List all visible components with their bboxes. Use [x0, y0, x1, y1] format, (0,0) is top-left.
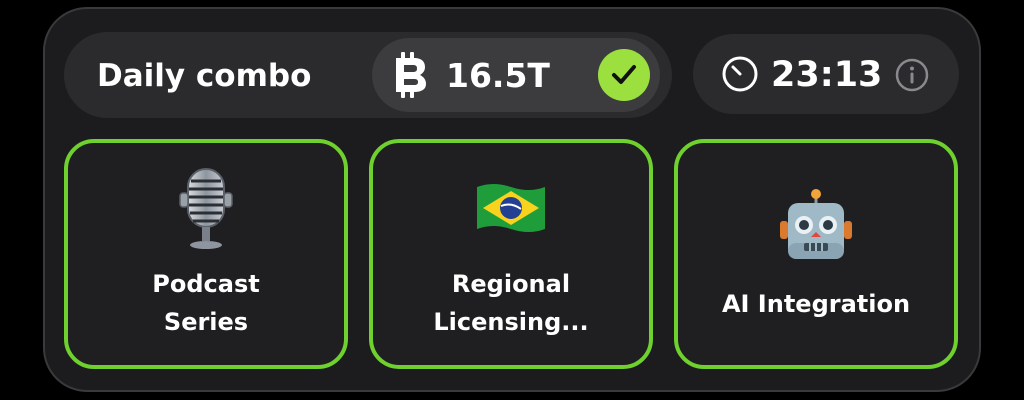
combo-card-regional-licensing[interactable]: Regional Licensing...	[369, 139, 653, 369]
card-label: AI Integration	[721, 290, 911, 318]
card-label: Podcast Series	[152, 270, 260, 336]
combo-card-ai-integration[interactable]: AI Integration	[674, 139, 958, 369]
combo-title: Daily combo	[97, 58, 312, 94]
check-icon	[598, 49, 650, 101]
countdown-timer: 23:13	[771, 55, 883, 95]
coin-icon	[392, 52, 428, 98]
card-label: Regional Licensing...	[433, 270, 589, 336]
robot-icon	[678, 187, 954, 271]
info-icon[interactable]	[895, 58, 929, 92]
brazil-flag-icon	[373, 181, 649, 239]
reward-amount: 16.5T	[446, 56, 550, 95]
clock-icon	[721, 55, 759, 93]
combo-card-podcast-series[interactable]: Podcast Series	[64, 139, 348, 369]
microphone-icon	[68, 167, 344, 255]
